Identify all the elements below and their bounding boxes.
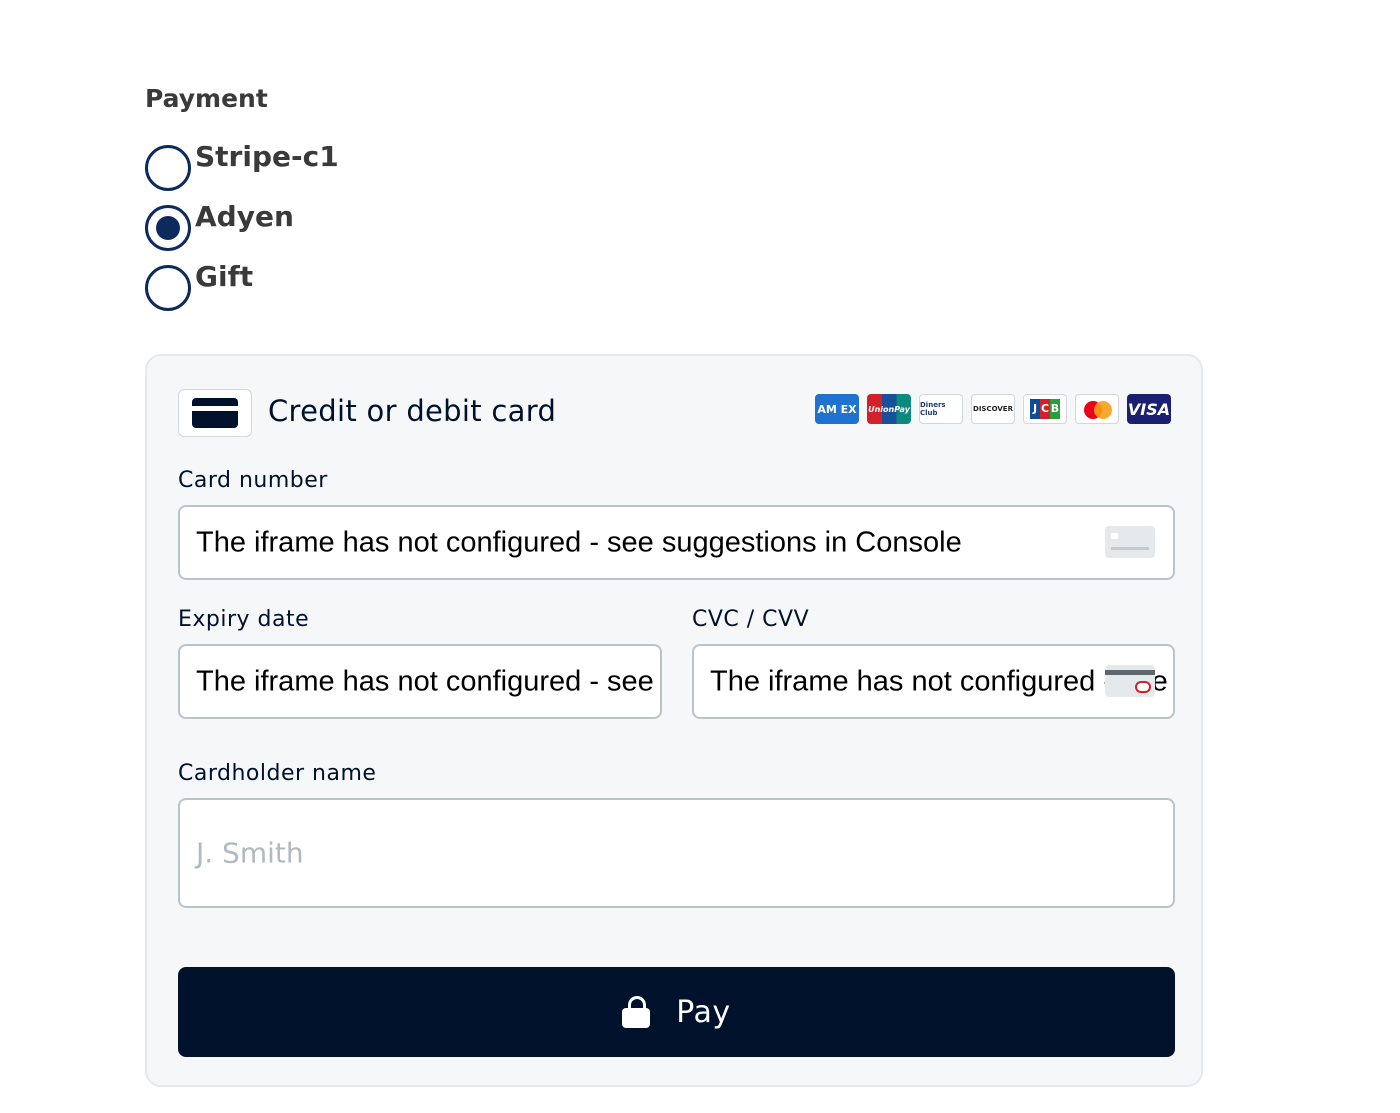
expiry-date-label: Expiry date [178, 607, 310, 632]
radio-button-adyen[interactable] [145, 205, 191, 251]
card-payment-panel: Credit or debit card AM EX UnionPay Dine… [145, 354, 1203, 1087]
payment-section-title: Payment [145, 84, 268, 113]
amex-icon: AM EX [815, 394, 859, 424]
card-number-label: Card number [178, 468, 328, 493]
cvc-field[interactable]: The iframe has not configured - see sugg… [692, 644, 1175, 719]
cvc-label: CVC / CVV [692, 607, 810, 632]
cvc-icon [1105, 665, 1155, 697]
lock-icon [622, 996, 651, 1028]
pay-button[interactable]: Pay [178, 967, 1175, 1057]
cardholder-name-placeholder: J. Smith [196, 836, 304, 870]
cardholder-name-field[interactable]: J. Smith [178, 798, 1175, 908]
diners-club-icon: Diners Club [919, 394, 963, 424]
payment-option-gift[interactable]: Gift [145, 260, 445, 320]
expiry-date-value: The iframe has not configured - see sugg… [196, 665, 660, 697]
card-number-value: The iframe has not configured - see sugg… [196, 526, 962, 558]
payment-option-label: Adyen [195, 200, 294, 233]
mastercard-icon [1075, 394, 1119, 424]
payment-method-list: Stripe-c1 Adyen Gift [145, 140, 445, 320]
radio-selected-dot [156, 216, 180, 240]
card-number-field[interactable]: The iframe has not configured - see sugg… [178, 505, 1175, 580]
radio-button-gift[interactable] [145, 265, 191, 311]
payment-option-adyen[interactable]: Adyen [145, 200, 445, 260]
radio-button-stripe[interactable] [145, 145, 191, 191]
pay-button-label: Pay [676, 994, 731, 1030]
card-number-icon [1105, 526, 1155, 558]
payment-option-label: Gift [195, 260, 254, 293]
visa-icon: VISA [1127, 394, 1171, 424]
payment-option-label: Stripe-c1 [195, 140, 339, 173]
unionpay-icon: UnionPay [867, 394, 911, 424]
jcb-icon: JCB [1023, 394, 1067, 424]
cardholder-name-label: Cardholder name [178, 761, 377, 786]
card-form-title: Credit or debit card [268, 394, 557, 428]
discover-icon: DISCOVER [971, 394, 1015, 424]
card-brand-list: AM EX UnionPay Diners Club DISCOVER JCB … [815, 394, 1171, 424]
expiry-date-field[interactable]: The iframe has not configured - see sugg… [178, 644, 662, 719]
credit-card-icon [178, 389, 252, 437]
payment-option-stripe[interactable]: Stripe-c1 [145, 140, 445, 200]
